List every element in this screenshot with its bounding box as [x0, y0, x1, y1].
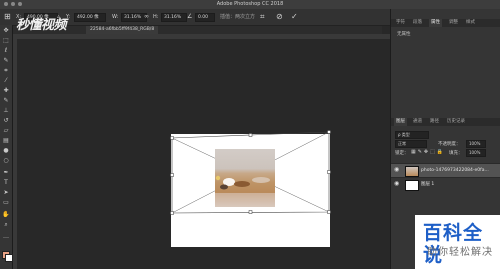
tab-properties[interactable]: 属性 [429, 19, 442, 27]
food-photo-illustration [215, 175, 275, 207]
eye-icon[interactable]: ◉ [394, 167, 399, 173]
history-brush-icon[interactable]: ↺ [2, 117, 10, 124]
background-color-swatch[interactable] [5, 254, 13, 262]
window-title: Adobe Photoshop CC 2018 [216, 1, 284, 7]
layer-kind-filter[interactable]: ρ 类型 [395, 131, 429, 139]
crop-icon[interactable]: ⌗ [2, 67, 10, 74]
document-tab-label: 22584-a6fbb5ff9f438_RGB/8 [90, 27, 155, 32]
tools-panel: ✥ ⬚ ℓ ✎ ⌗ ⁄ ✚ ✎ ⊥ ↺ ▱ ▤ ● ○ ✒ T ➤ ▭ ✋ ⌕ … [0, 25, 13, 269]
dodge-icon[interactable]: ○ [2, 157, 10, 164]
tab-adjustments[interactable]: 调整 [449, 19, 458, 27]
angle-icon: ∠ [187, 13, 193, 20]
layer-thumbnail [405, 166, 419, 177]
lock-label: 锁定： [395, 151, 409, 156]
layer-row-layer1[interactable]: ◉ 图层 1 [391, 177, 500, 191]
type-icon[interactable]: T [2, 179, 10, 186]
photo-layer-image[interactable] [215, 149, 275, 207]
document-tab[interactable]: 22584-a6fbb5ff9f438_RGB/8 [86, 26, 159, 34]
layer-name: photo-1476973422084-e0fa... [421, 168, 489, 173]
tab-history[interactable]: 历史记录 [447, 118, 465, 126]
blur-icon[interactable]: ● [2, 147, 10, 154]
lock-icons[interactable]: ▦✎✥⬚🔒 [411, 149, 445, 155]
hand-icon[interactable]: ✋ [2, 211, 10, 218]
constrain-link-icon[interactable]: ∞ [144, 13, 149, 21]
layer-name: 图层 1 [421, 182, 435, 187]
blend-mode-select[interactable]: 正常 [395, 140, 427, 148]
reference-point-icon[interactable]: ⊞ [4, 13, 11, 21]
baike-title: 百科全说 [423, 222, 484, 266]
interpolation-label[interactable]: 插值：两次立方 [220, 13, 255, 21]
eye-icon[interactable]: ◉ [394, 181, 399, 187]
y-field[interactable]: 492.00 像 [74, 13, 106, 22]
baike-watermark: 百科全说 助你轻松解决 [415, 215, 500, 269]
title-bar: Adobe Photoshop CC 2018 [0, 0, 500, 9]
path-select-icon[interactable]: ➤ [2, 189, 10, 196]
tab-paths[interactable]: 路径 [430, 118, 439, 126]
tab-styles[interactable]: 样式 [466, 19, 475, 27]
eraser-icon[interactable]: ▱ [2, 127, 10, 134]
eyedropper-icon[interactable]: ⁄ [2, 77, 10, 84]
baike-subtitle: 助你轻松解决 [427, 247, 493, 258]
stamp-icon[interactable]: ⊥ [2, 107, 10, 114]
opacity-label: 不透明度： [438, 142, 461, 147]
properties-tab-bar: 字符 段落 属性 调整 样式 [391, 19, 500, 27]
gradient-icon[interactable]: ▤ [2, 137, 10, 144]
move-icon[interactable]: ✥ [2, 27, 10, 34]
healing-icon[interactable]: ✚ [2, 87, 10, 94]
no-properties-text: 无属性 [397, 32, 411, 37]
angle-field[interactable]: 0.00 [195, 13, 215, 22]
shape-icon[interactable]: ▭ [2, 199, 10, 206]
brush-icon[interactable]: ✎ [2, 97, 10, 104]
tab-channels[interactable]: 通道 [413, 118, 422, 126]
more-tools-icon[interactable]: … [2, 233, 10, 240]
warp-icon[interactable]: ⌗ [260, 13, 265, 21]
tab-character[interactable]: 字符 [396, 19, 405, 27]
fill-label: 填充： [449, 151, 463, 156]
layer-row-photo[interactable]: ◉ photo-1476973422084-e0fa... [391, 163, 500, 177]
cancel-icon[interactable]: ⊘ [276, 13, 283, 21]
corner-watermark-logo: 秒懂视频 [16, 18, 67, 33]
layer-thumbnail [405, 180, 419, 191]
opacity-field[interactable]: 100% [466, 140, 486, 148]
zoom-icon[interactable]: ⌕ [2, 221, 10, 228]
tab-layers[interactable]: 图层 [394, 118, 407, 126]
layers-tab-bar: 图层 通道 路径 历史记录 [391, 118, 500, 126]
quick-select-icon[interactable]: ✎ [2, 57, 10, 64]
marquee-icon[interactable]: ⬚ [2, 37, 10, 44]
tab-paragraph[interactable]: 段落 [413, 19, 422, 27]
commit-icon[interactable]: ✓ [291, 13, 298, 21]
pen-icon[interactable]: ✒ [2, 169, 10, 176]
fill-field[interactable]: 100% [466, 149, 486, 157]
lasso-icon[interactable]: ℓ [2, 47, 10, 54]
height-field[interactable]: 31.16% [161, 13, 187, 22]
